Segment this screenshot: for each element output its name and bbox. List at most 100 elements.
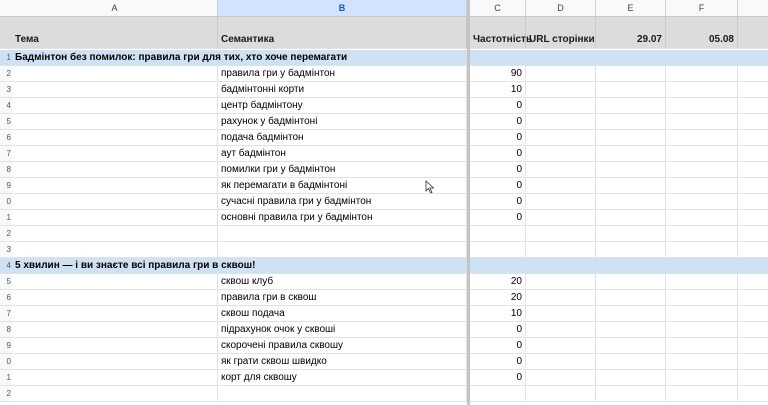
cell-f[interactable] (666, 226, 738, 241)
cell-e[interactable] (596, 242, 666, 257)
row-number[interactable]: 7 (0, 306, 12, 321)
cell-chastotnist[interactable]: 0 (470, 322, 526, 337)
row-number[interactable]: 8 (0, 322, 12, 337)
cell-chastotnist[interactable]: 0 (470, 98, 526, 113)
cell-url[interactable] (526, 386, 596, 401)
column-header-d[interactable]: D (526, 0, 596, 16)
cell-f[interactable] (666, 98, 738, 113)
cell-chastotnist[interactable]: 0 (470, 338, 526, 353)
cell-tema[interactable] (12, 354, 218, 369)
cell-f[interactable] (666, 130, 738, 145)
cell-semantyka[interactable]: скорочені правила сквошу (218, 338, 467, 353)
cell-semantyka[interactable]: рахунок у бадмінтоні (218, 114, 467, 129)
cell-f[interactable] (666, 274, 738, 289)
cell-chastotnist[interactable]: 0 (470, 370, 526, 385)
cell-chastotnist[interactable]: 0 (470, 194, 526, 209)
cell-e[interactable] (596, 210, 666, 225)
cell-e[interactable] (596, 82, 666, 97)
cell-tema[interactable] (12, 194, 218, 209)
cell-chastotnist[interactable] (470, 386, 526, 401)
cell-url[interactable] (526, 370, 596, 385)
cell-tema[interactable] (12, 338, 218, 353)
row-number[interactable]: 7 (0, 146, 12, 161)
cell-e[interactable] (596, 146, 666, 161)
cell-f[interactable] (666, 386, 738, 401)
row-number[interactable]: 5 (0, 274, 12, 289)
cell-url[interactable] (526, 66, 596, 81)
cell-url[interactable] (526, 178, 596, 193)
row-number[interactable]: 3 (0, 242, 12, 257)
cell-e[interactable] (596, 114, 666, 129)
column-header-e[interactable]: E (596, 0, 666, 16)
column-header-f[interactable]: F (666, 0, 738, 16)
cell-chastotnist[interactable] (470, 226, 526, 241)
cell-e[interactable] (596, 322, 666, 337)
header-cell-date-1[interactable]: 29.07 (596, 17, 666, 48)
column-header-b[interactable]: B (218, 0, 467, 16)
cell-f[interactable] (666, 242, 738, 257)
header-cell-url[interactable]: URL сторінки (526, 17, 596, 48)
cell-f[interactable] (666, 162, 738, 177)
cell-f[interactable] (666, 370, 738, 385)
cell-e[interactable] (596, 290, 666, 305)
cell-tema[interactable] (12, 114, 218, 129)
row-number[interactable]: 2 (0, 386, 12, 401)
cell-chastotnist[interactable]: 10 (470, 82, 526, 97)
header-cell-date-2[interactable]: 05.08 (666, 17, 738, 48)
cell-tema[interactable] (12, 306, 218, 321)
row-number[interactable]: 6 (0, 130, 12, 145)
cell-f[interactable] (666, 146, 738, 161)
cell-e[interactable] (596, 98, 666, 113)
cell-semantyka[interactable]: сквош клуб (218, 274, 467, 289)
cell-chastotnist[interactable]: 90 (470, 66, 526, 81)
row-number[interactable]: 1 (0, 50, 12, 65)
row-number[interactable]: 4 (0, 258, 12, 273)
row-number[interactable]: 4 (0, 98, 12, 113)
row-number[interactable]: 0 (0, 194, 12, 209)
cell-chastotnist[interactable]: 20 (470, 274, 526, 289)
row-number[interactable]: 3 (0, 82, 12, 97)
cell-e[interactable] (596, 338, 666, 353)
header-cell-semantyka[interactable]: Семантика (218, 17, 467, 48)
cell-tema[interactable] (12, 322, 218, 337)
cell-semantyka[interactable]: бадмінтонні корти (218, 82, 467, 97)
cell-chastotnist[interactable] (470, 242, 526, 257)
cell-url[interactable] (526, 130, 596, 145)
cell-semantyka[interactable]: аут бадмінтон (218, 146, 467, 161)
cell-tema[interactable] (12, 386, 218, 401)
cell-semantyka[interactable] (218, 242, 467, 257)
cell-semantyka[interactable]: підрахунок очок у сквоші (218, 322, 467, 337)
row-number[interactable]: 1 (0, 210, 12, 225)
cell-semantyka[interactable] (218, 226, 467, 241)
row-number[interactable]: 0 (0, 354, 12, 369)
cell-f[interactable] (666, 306, 738, 321)
cell-tema[interactable] (12, 290, 218, 305)
cell-tema[interactable] (12, 146, 218, 161)
cell-chastotnist[interactable]: 0 (470, 162, 526, 177)
cell-tema[interactable] (12, 210, 218, 225)
cell-tema[interactable] (12, 178, 218, 193)
row-number[interactable]: 8 (0, 162, 12, 177)
row-number[interactable]: 6 (0, 290, 12, 305)
cell-tema[interactable] (12, 370, 218, 385)
cell-chastotnist[interactable]: 0 (470, 210, 526, 225)
cell-f[interactable] (666, 322, 738, 337)
cell-d[interactable] (526, 258, 596, 273)
cell-chastotnist[interactable]: 0 (470, 178, 526, 193)
cell-url[interactable] (526, 194, 596, 209)
cell-tema[interactable] (12, 242, 218, 257)
row-number[interactable]: 2 (0, 226, 12, 241)
cell-url[interactable] (526, 98, 596, 113)
cell-tema[interactable] (12, 226, 218, 241)
cell-f[interactable] (666, 114, 738, 129)
cell-f[interactable] (666, 210, 738, 225)
cell-url[interactable] (526, 290, 596, 305)
cell-tema[interactable] (12, 98, 218, 113)
cell-f[interactable] (666, 178, 738, 193)
cell-url[interactable] (526, 274, 596, 289)
cell-tema[interactable] (12, 66, 218, 81)
cell-f[interactable] (666, 50, 738, 65)
cell-tema[interactable] (12, 130, 218, 145)
header-cell-tema[interactable]: Тема (12, 17, 218, 48)
row-number[interactable]: 9 (0, 338, 12, 353)
